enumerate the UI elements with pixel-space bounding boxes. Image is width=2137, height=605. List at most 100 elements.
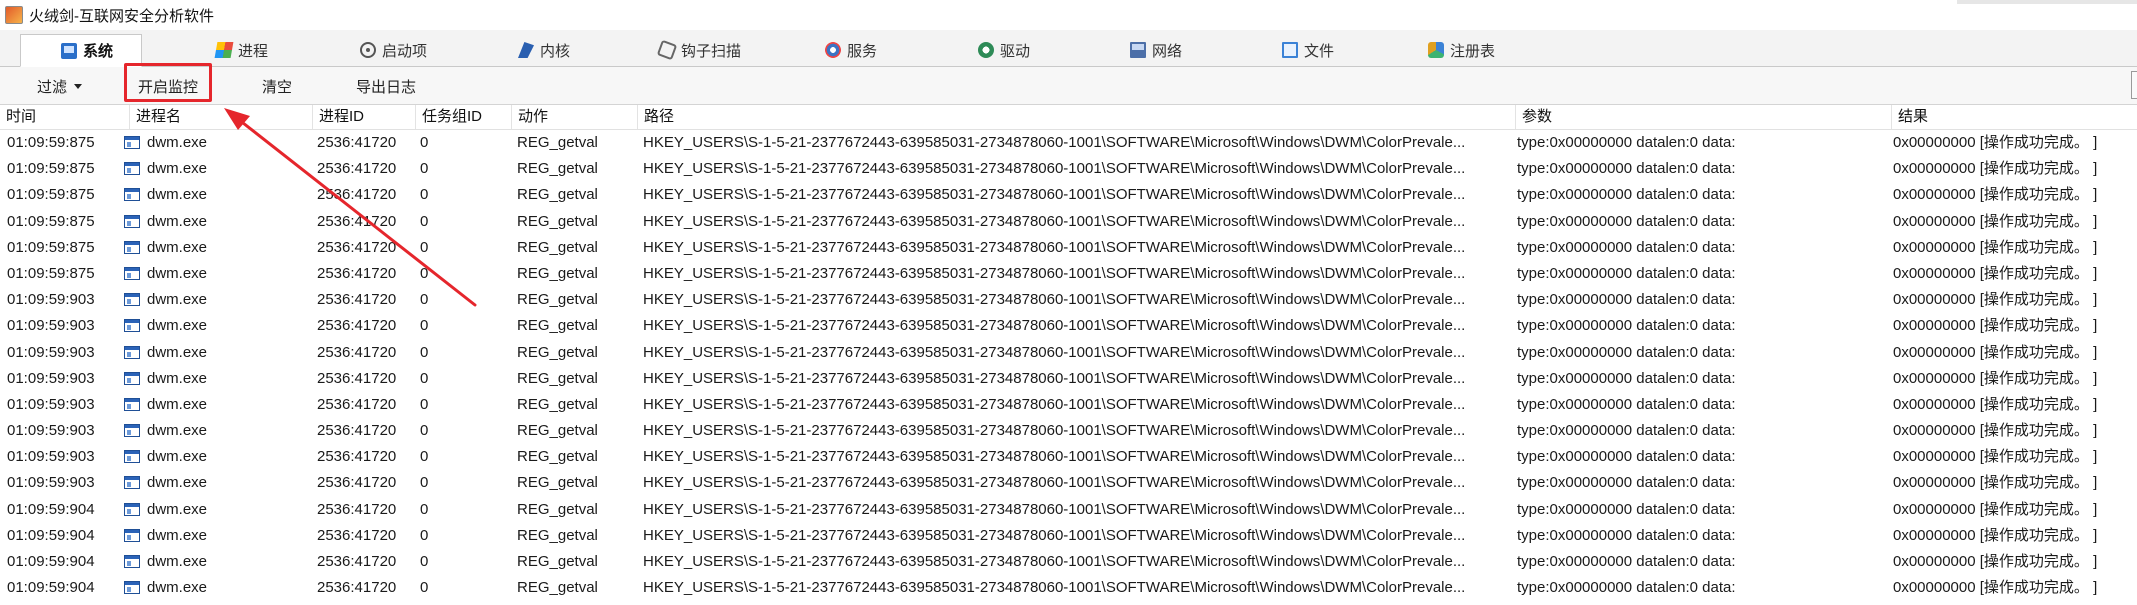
toolbar-edge	[2131, 71, 2137, 99]
table-row[interactable]: 01:09:59:903 dwm.exe 2536:41720 0 REG_getval…	[0, 366, 2137, 392]
table-row[interactable]: 01:09:59:903 dwm.exe 2536:41720 0 REG_getval…	[0, 444, 2137, 470]
tab-label: 服务	[847, 42, 878, 60]
column-header-time[interactable]: 时间	[0, 105, 130, 129]
tab-driver[interactable]: 驱动	[978, 34, 1030, 66]
tab-file[interactable]: 文件	[1282, 34, 1334, 66]
cell-time: 01:09:59:875	[7, 134, 95, 151]
column-header-params[interactable]: 参数	[1516, 105, 1892, 129]
table-row[interactable]: 01:09:59:904 dwm.exe 2536:41720 0 REG_getval…	[0, 549, 2137, 575]
table-row[interactable]: 01:09:59:875 dwm.exe 2536:41720 0 REG_getval…	[0, 261, 2137, 287]
process-window-icon	[124, 293, 140, 307]
tab-hook-scan[interactable]: 钩子扫描	[656, 34, 742, 66]
table-row[interactable]: 01:09:59:875 dwm.exe 2536:41720 0 REG_getval…	[0, 209, 2137, 235]
cell-path: HKEY_USERS\S-1-5-21-2377672443-639585031…	[643, 474, 1466, 492]
process-name-text: dwm.exe	[147, 317, 208, 335]
table-row[interactable]: 01:09:59:903 dwm.exe 2536:41720 0 REG_getval…	[0, 470, 2137, 496]
column-header-result[interactable]: 结果	[1892, 105, 2137, 129]
process-name-text: dwm.exe	[147, 500, 208, 518]
process-name-text: dwm.exe	[147, 579, 208, 597]
table-row[interactable]: 01:09:59:903 dwm.exe 2536:41720 0 REG_getval…	[0, 287, 2137, 313]
clear-label: 清空	[262, 78, 293, 96]
table-row[interactable]: 01:09:59:875 dwm.exe 2536:41720 0 REG_getval…	[0, 130, 2137, 156]
cell-time: 01:09:59:904	[7, 500, 95, 518]
cell-process-name: dwm.exe	[124, 549, 310, 575]
column-header-task-group-id[interactable]: 任务组ID	[416, 105, 512, 129]
cell-process-name: dwm.exe	[124, 209, 310, 235]
system-icon	[61, 42, 77, 59]
process-window-icon	[124, 424, 140, 438]
cell-path: HKEY_USERS\S-1-5-21-2377672443-639585031…	[643, 134, 1466, 151]
tab-startup[interactable]: 启动项	[360, 34, 427, 66]
column-header-action[interactable]: 动作	[512, 105, 638, 129]
cell-result: 0x00000000 [操作成功完成。 ]	[1893, 264, 2098, 282]
table-row[interactable]: 01:09:59:875 dwm.exe 2536:41720 0 REG_getval…	[0, 156, 2137, 182]
process-window-icon	[124, 371, 140, 385]
table-row[interactable]: 01:09:59:904 dwm.exe 2536:41720 0 REG_getval…	[0, 523, 2137, 549]
cell-path: HKEY_USERS\S-1-5-21-2377672443-639585031…	[643, 526, 1466, 544]
tab-label: 钩子扫描	[681, 42, 742, 60]
tab-network[interactable]: 网络	[1130, 34, 1182, 66]
cell-action: REG_getval	[517, 395, 598, 413]
cell-action: REG_getval	[517, 238, 598, 256]
cell-time: 01:09:59:875	[7, 238, 95, 256]
cell-path: HKEY_USERS\S-1-5-21-2377672443-639585031…	[643, 369, 1466, 387]
column-header-pid[interactable]: 进程ID	[313, 105, 416, 129]
process-name-text: dwm.exe	[147, 395, 208, 413]
cell-process-name: dwm.exe	[124, 444, 310, 470]
cell-action: REG_getval	[517, 264, 598, 282]
cell-action: REG_getval	[517, 369, 598, 387]
table-row[interactable]: 01:09:59:875 dwm.exe 2536:41720 0 REG_getval…	[0, 235, 2137, 261]
process-window-icon	[124, 345, 140, 359]
column-header-path[interactable]: 路径	[638, 105, 1516, 129]
cell-path: HKEY_USERS\S-1-5-21-2377672443-639585031…	[643, 500, 1466, 518]
cell-process-name: dwm.exe	[124, 130, 310, 156]
registry-icon	[1428, 42, 1444, 58]
cell-result: 0x00000000 [操作成功完成。 ]	[1893, 474, 2098, 492]
process-window-icon	[124, 214, 140, 228]
cell-process-name: dwm.exe	[124, 261, 310, 287]
tab-registry[interactable]: 注册表	[1428, 34, 1495, 66]
cell-time: 01:09:59:875	[7, 186, 95, 204]
process-name-text: dwm.exe	[147, 264, 208, 282]
process-window-icon	[124, 502, 140, 516]
cell-result: 0x00000000 [操作成功完成。 ]	[1893, 317, 2098, 335]
export-log-button[interactable]: 导出日志	[356, 74, 416, 98]
column-header-process-name[interactable]: 进程名	[130, 105, 313, 129]
clear-button[interactable]: 清空	[262, 74, 292, 98]
app-logo-icon	[5, 6, 23, 24]
cell-params: type:0x00000000 datalen:0 data:	[1517, 474, 1736, 492]
filter-dropdown[interactable]: 过滤	[37, 74, 83, 98]
cell-path: HKEY_USERS\S-1-5-21-2377672443-639585031…	[643, 160, 1466, 178]
tab-process[interactable]: 进程	[214, 34, 268, 66]
tab-service[interactable]: 服务	[825, 34, 877, 66]
cell-path: HKEY_USERS\S-1-5-21-2377672443-639585031…	[643, 579, 1466, 597]
cell-process-name: dwm.exe	[124, 340, 310, 366]
cell-result: 0x00000000 [操作成功完成。 ]	[1893, 134, 2098, 151]
cell-action: REG_getval	[517, 526, 598, 544]
network-icon	[1130, 42, 1146, 58]
cell-pid: 2536:41720	[317, 448, 397, 466]
cell-params: type:0x00000000 datalen:0 data:	[1517, 186, 1736, 204]
table-row[interactable]: 01:09:59:903 dwm.exe 2536:41720 0 REG_getval…	[0, 418, 2137, 444]
tab-kernel[interactable]: 内核	[518, 34, 570, 66]
table-row[interactable]: 01:09:59:904 dwm.exe 2536:41720 0 REG_getval…	[0, 575, 2137, 601]
table-row[interactable]: 01:09:59:875 dwm.exe 2536:41720 0 REG_getval…	[0, 182, 2137, 208]
table-row[interactable]: 01:09:59:903 dwm.exe 2536:41720 0 REG_getval…	[0, 340, 2137, 366]
cell-action: REG_getval	[517, 317, 598, 335]
cell-pid: 2536:41720	[317, 553, 397, 570]
title-bar-edge	[1957, 0, 2137, 4]
cell-action: REG_getval	[517, 500, 598, 518]
table-row[interactable]: 01:09:59:903 dwm.exe 2536:41720 0 REG_getval…	[0, 392, 2137, 418]
cell-result: 0x00000000 [操作成功完成。 ]	[1893, 395, 2098, 413]
caret-down-icon	[74, 83, 83, 89]
cell-action: REG_getval	[517, 448, 598, 466]
cell-task-group-id: 0	[420, 212, 429, 230]
process-name-text: dwm.exe	[147, 369, 208, 387]
table-row[interactable]: 01:09:59:904 dwm.exe 2536:41720 0 REG_getval…	[0, 497, 2137, 523]
cell-result: 0x00000000 [操作成功完成。 ]	[1893, 526, 2098, 544]
tab-system[interactable]: 系统	[20, 34, 143, 67]
table-row[interactable]: 01:09:59:903 dwm.exe 2536:41720 0 REG_getval…	[0, 313, 2137, 339]
cell-params: type:0x00000000 datalen:0 data:	[1517, 134, 1736, 151]
process-icon	[214, 42, 234, 58]
cell-params: type:0x00000000 datalen:0 data:	[1517, 238, 1736, 256]
